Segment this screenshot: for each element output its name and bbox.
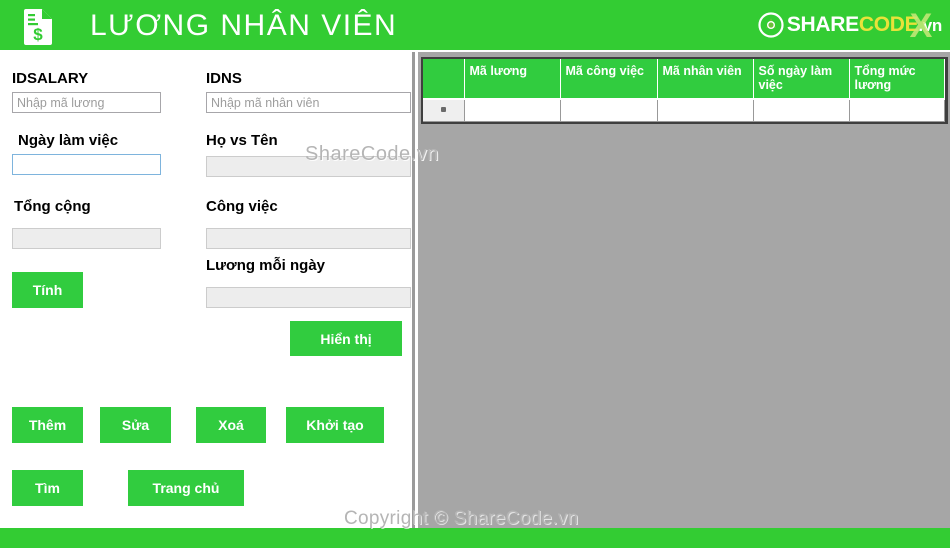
cell-so-ngay-lam-viec[interactable] — [753, 99, 850, 122]
salary-management-window: $ LƯƠNG NHÂN VIÊN SHARECODE.vn X IDSALAR… — [0, 0, 950, 548]
page-title: LƯƠNG NHÂN VIÊN — [90, 9, 398, 42]
column-header-tong-muc-luong[interactable]: Tổng mức lương — [849, 59, 945, 100]
brand-text: SHARECODE.vn X — [786, 7, 942, 45]
ngay-lam-viec-input[interactable] — [12, 154, 161, 175]
sua-button[interactable]: Sửa — [100, 407, 171, 443]
brand-x-mark: X — [909, 7, 933, 45]
column-header-ma-nhan-vien[interactable]: Mã nhân viên — [657, 59, 754, 100]
xoa-button[interactable]: Xoá — [196, 407, 266, 443]
khoi-tao-button[interactable]: Khởi tạo — [286, 407, 384, 443]
table-body — [423, 99, 945, 122]
idns-input[interactable] — [206, 92, 411, 113]
luong-moi-ngay-label: Lương mỗi ngày — [206, 257, 326, 274]
app-header: $ LƯƠNG NHÂN VIÊN SHARECODE.vn X — [0, 0, 950, 52]
form-panel: IDSALARY IDNS Ngày làm việc Họ vs Tên Tổ… — [0, 52, 415, 528]
tim-button[interactable]: Tìm — [12, 470, 83, 506]
brand-text-share: SHARE — [786, 13, 859, 36]
column-header-ma-cong-viec[interactable]: Mã công việc — [560, 59, 658, 100]
asterisk-icon — [440, 106, 446, 112]
idns-label: IDNS — [206, 70, 242, 87]
new-row-indicator[interactable] — [423, 99, 465, 122]
cong-viec-input[interactable] — [206, 228, 411, 249]
salary-table: Mã lương Mã công việc Mã nhân viên Số ng… — [423, 59, 945, 122]
column-header-so-ngay-lam-viec[interactable]: Số ngày làm việc — [753, 59, 850, 100]
salary-document-icon: $ — [20, 7, 56, 45]
grid-select-all-corner[interactable] — [423, 59, 465, 100]
hien-thi-button[interactable]: Hiển thị — [290, 321, 402, 356]
table-row-new[interactable] — [423, 99, 945, 122]
grid-panel: Mã lương Mã công việc Mã nhân viên Số ng… — [418, 52, 950, 528]
ngay-lam-viec-label: Ngày làm việc — [18, 132, 119, 149]
table-header-row: Mã lương Mã công việc Mã nhân viên Số ng… — [423, 59, 945, 100]
cell-ma-cong-viec[interactable] — [560, 99, 658, 122]
luong-moi-ngay-input[interactable] — [206, 287, 411, 308]
column-header-ma-luong[interactable]: Mã lương — [464, 59, 561, 100]
cell-tong-muc-luong[interactable] — [849, 99, 945, 122]
footer-bar — [0, 528, 950, 548]
salary-data-grid[interactable]: Mã lương Mã công việc Mã nhân viên Số ng… — [421, 57, 948, 124]
ho-vs-ten-label: Họ vs Tên — [206, 132, 278, 149]
cong-viec-label: Công việc — [206, 198, 278, 215]
tong-cong-input[interactable] — [12, 228, 161, 249]
cell-ma-luong[interactable] — [464, 99, 561, 122]
svg-text:$: $ — [33, 25, 43, 44]
cell-ma-nhan-vien[interactable] — [657, 99, 754, 122]
idsalary-label: IDSALARY — [12, 70, 89, 87]
tong-cong-label: Tổng cộng — [14, 198, 91, 215]
them-button[interactable]: Thêm — [12, 407, 83, 443]
ho-vs-ten-input[interactable] — [206, 156, 411, 177]
sharecode-circle-logo — [758, 12, 784, 38]
idsalary-input[interactable] — [12, 92, 161, 113]
sharecode-brand-logo: SHARECODE.vn X — [758, 7, 942, 45]
tinh-button[interactable]: Tính — [12, 272, 83, 308]
trang-chu-button[interactable]: Trang chủ — [128, 470, 244, 506]
